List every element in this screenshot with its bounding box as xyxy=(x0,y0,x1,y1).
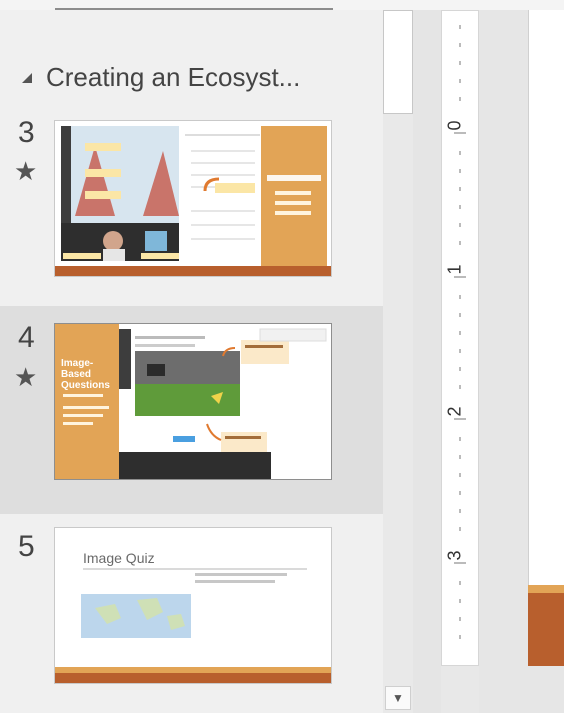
chevron-down-icon[interactable]: ▼ xyxy=(385,686,411,710)
slide-number: 4 xyxy=(18,321,35,354)
section-header[interactable]: Creating an Ecosyst... xyxy=(22,62,300,93)
scrollbar-thumb[interactable] xyxy=(383,10,413,114)
slide-footer-bar xyxy=(528,593,564,666)
vertical-ruler: 0 1 2 3 xyxy=(441,10,479,666)
top-divider xyxy=(0,0,564,10)
slide-4-side-title: Image-Based Questions xyxy=(61,358,110,391)
slide-footer-band xyxy=(528,585,564,593)
slide-thumbnail-5[interactable]: Image Quiz xyxy=(54,527,332,684)
pane-gutter xyxy=(413,10,441,713)
slide-number: 3 xyxy=(18,116,35,149)
ruler-label: 3 xyxy=(444,550,465,561)
slide-canvas[interactable] xyxy=(528,10,564,666)
slide-number: 5 xyxy=(18,530,35,563)
slide-thumbnail-3[interactable] xyxy=(54,120,332,277)
vertical-scrollbar[interactable] xyxy=(383,10,413,713)
ruler-ticks xyxy=(454,25,466,639)
star-icon: ★ xyxy=(14,362,38,392)
slide-thumbnail-pane[interactable]: Creating an Ecosyst... 3 ★ 4 ★ Image-Bas… xyxy=(0,10,383,713)
ruler-label: 1 xyxy=(444,264,465,275)
slide-thumbnail-4[interactable]: Image-Based Questions xyxy=(54,323,332,480)
ruler-label: 0 xyxy=(444,120,465,131)
section-title: Creating an Ecosyst... xyxy=(46,62,301,92)
collapse-triangle-icon[interactable] xyxy=(22,72,32,83)
ruler-label: 2 xyxy=(444,406,465,417)
slide-3-preview xyxy=(55,121,331,276)
slide-5-title: Image Quiz xyxy=(83,550,155,566)
star-icon: ★ xyxy=(14,156,38,186)
slide-4-preview xyxy=(55,324,331,479)
